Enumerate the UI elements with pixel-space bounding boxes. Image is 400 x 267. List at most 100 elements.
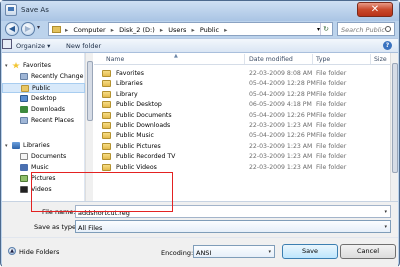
crumb-public[interactable]: Public	[200, 26, 219, 34]
date-modified-cell: 22-03-2009 1:23 AM	[249, 163, 313, 171]
column-resizer[interactable]	[244, 54, 245, 64]
folder-icon	[102, 70, 111, 77]
cancel-button[interactable]: Cancel	[340, 244, 396, 259]
file-name-cell: Public Desktop	[116, 101, 162, 109]
table-row[interactable]: Public Videos 22-03-2009 1:23 AM File fold…	[94, 162, 390, 172]
expander-icon[interactable]: ▾	[5, 63, 8, 69]
sidebar-item-public[interactable]: Public	[2, 83, 85, 93]
folder-icon	[102, 142, 111, 150]
type-cell: File folder	[316, 122, 347, 129]
sidebar-item-downloads[interactable]: Downloads	[2, 105, 85, 115]
desktop-icon	[20, 95, 28, 102]
table-row[interactable]: Public Music 05-04-2009 12:26 PM File fold…	[94, 130, 390, 140]
crumb-computer[interactable]: Computer	[73, 26, 105, 34]
file-name-cell: Public Pictures	[116, 142, 161, 150]
type-cell: File folder	[316, 132, 347, 140]
file-name-cell: Public Downloads	[116, 122, 171, 129]
sidebar-item-recently-change[interactable]: Recently Change	[2, 72, 85, 82]
library-icon	[12, 142, 20, 149]
forward-button[interactable]: ▶	[21, 22, 35, 36]
sidebar-item-libraries[interactable]: ▾ Libraries	[2, 141, 85, 151]
breadcrumb: ▸ Computer ▸ Disk_2 (D:) ▸ Users ▸ Publi…	[65, 26, 228, 34]
save-as-type-value: All Files	[78, 224, 103, 232]
file-name-dropdown-icon[interactable]: ▾	[384, 209, 387, 215]
encoding-label: Encoding:	[161, 249, 194, 257]
refresh-button[interactable]: ↻	[320, 23, 331, 35]
save-as-type-label: Save as type:	[34, 223, 79, 231]
nav-pane-scroll-thumb[interactable]	[87, 61, 93, 121]
help-icon[interactable]: ?	[383, 41, 392, 50]
encoding-dropdown-icon: ▾	[268, 249, 271, 255]
back-button[interactable]: ◀	[5, 22, 19, 36]
recent-pages-dropdown[interactable]: ▾	[37, 24, 40, 31]
column-header-size[interactable]: Size	[374, 56, 387, 63]
save-as-type-select[interactable]: All Files ▾	[75, 220, 391, 233]
address-row: ◀ ▶ ▾ ▸ Computer ▸ Disk_2 (D:) ▸ Users ▸…	[1, 21, 399, 38]
type-cell: File folder	[316, 142, 347, 150]
file-name-cell: Public Documents	[116, 111, 172, 119]
save-as-dialog: Save As ✕ ◀ ▶ ▾ ▸ Computer ▸ Disk_2 (D:)…	[0, 0, 400, 267]
views-icon[interactable]	[2, 39, 14, 48]
dialog-footer: ▲ Hide Folders Encoding: ANSI ▾ Save Can…	[2, 237, 398, 267]
date-modified-cell: 05-04-2009 12:26 PM	[249, 132, 316, 140]
sidebar-item-label: Libraries	[23, 142, 50, 149]
address-bar[interactable]: ▸ Computer ▸ Disk_2 (D:) ▸ Users ▸ Publi…	[48, 22, 333, 36]
table-row[interactable]: Public Downloads 22-03-2009 1:23 AM File f…	[94, 120, 390, 130]
organize-button[interactable]: Organize ▾	[16, 42, 50, 50]
table-row[interactable]: Public Documents 05-04-2009 12:26 PM File …	[94, 110, 390, 120]
chevron-up-icon: ▲	[8, 247, 16, 255]
table-row[interactable]: Libraries 05-04-2009 12:28 PM File folder	[94, 78, 390, 88]
table-row[interactable]: Favorites 22-03-2009 8:08 AM File folder	[94, 68, 390, 78]
folder-icon	[102, 111, 111, 119]
arrow-left-icon: ◀	[8, 24, 16, 33]
red-highlight-box	[31, 172, 173, 212]
new-folder-button[interactable]: New folder	[66, 42, 101, 50]
file-name-cell: Favorites	[116, 70, 144, 77]
date-modified-cell: 22-03-2009 1:23 AM	[249, 153, 313, 161]
table-row[interactable]: Public Desktop 06-05-2009 4:18 PM File fol…	[94, 99, 390, 109]
file-list-scroll-thumb[interactable]	[392, 63, 398, 173]
sidebar-item-favorites[interactable]: ▾ Favorites	[2, 61, 85, 71]
pictures-icon	[20, 175, 28, 182]
sidebar-item-label: Downloads	[31, 106, 65, 113]
type-cell: File folder	[316, 153, 347, 161]
folder-icon	[102, 80, 111, 88]
folder-icon	[52, 26, 61, 33]
videos-icon	[20, 186, 28, 193]
close-button[interactable]: ✕	[357, 2, 393, 17]
window-title: Save As	[21, 6, 49, 14]
column-headers: ▲ Name Date modified Type Size	[94, 53, 390, 65]
crumb-users[interactable]: Users	[168, 26, 186, 34]
column-header-date[interactable]: Date modified	[249, 56, 293, 63]
sidebar-item-documents[interactable]: Documents	[2, 152, 85, 162]
file-list-scrollbar[interactable]	[390, 53, 398, 201]
folder-icon	[102, 163, 111, 171]
table-row[interactable]: Library 05-04-2009 12:28 PM File folder	[94, 89, 390, 99]
table-row[interactable]: Public Pictures 22-03-2009 1:23 AM File fo…	[94, 141, 390, 151]
column-header-type[interactable]: Type	[316, 56, 330, 63]
table-row[interactable]: Public Recorded TV 22-03-2009 1:23 AM File…	[94, 151, 390, 161]
crumb-disk[interactable]: Disk_2 (D:)	[119, 26, 155, 34]
sidebar-item-recent-places[interactable]: Recent Places	[2, 116, 85, 126]
save-as-type-dropdown-icon: ▾	[384, 224, 387, 230]
sidebar-item-label: Favorites	[23, 62, 51, 69]
date-modified-cell: 05-04-2009 12:28 PM	[249, 80, 316, 88]
encoding-select[interactable]: ANSI ▾	[193, 245, 275, 258]
type-cell: File folder	[316, 163, 347, 171]
notepad-icon	[5, 4, 17, 16]
title-bar[interactable]: Save As ✕	[1, 1, 399, 21]
expander-icon[interactable]: ▾	[5, 143, 8, 149]
date-modified-cell: 06-05-2009 4:18 PM	[249, 101, 312, 109]
folder-icon	[102, 90, 111, 98]
sidebar-item-desktop[interactable]: Desktop	[2, 94, 85, 104]
save-button[interactable]: Save	[282, 244, 338, 259]
star-icon	[12, 62, 20, 69]
date-modified-cell: 05-04-2009 12:28 PM	[249, 90, 316, 98]
column-header-name[interactable]: Name	[106, 56, 124, 63]
column-resizer[interactable]	[312, 54, 313, 64]
column-resizer[interactable]	[370, 54, 371, 64]
toolbar: Organize ▾ New folder ?	[2, 38, 398, 53]
folder-icon	[102, 132, 111, 140]
type-cell: File folder	[316, 111, 347, 119]
search-input[interactable]: Search Public	[337, 22, 395, 36]
